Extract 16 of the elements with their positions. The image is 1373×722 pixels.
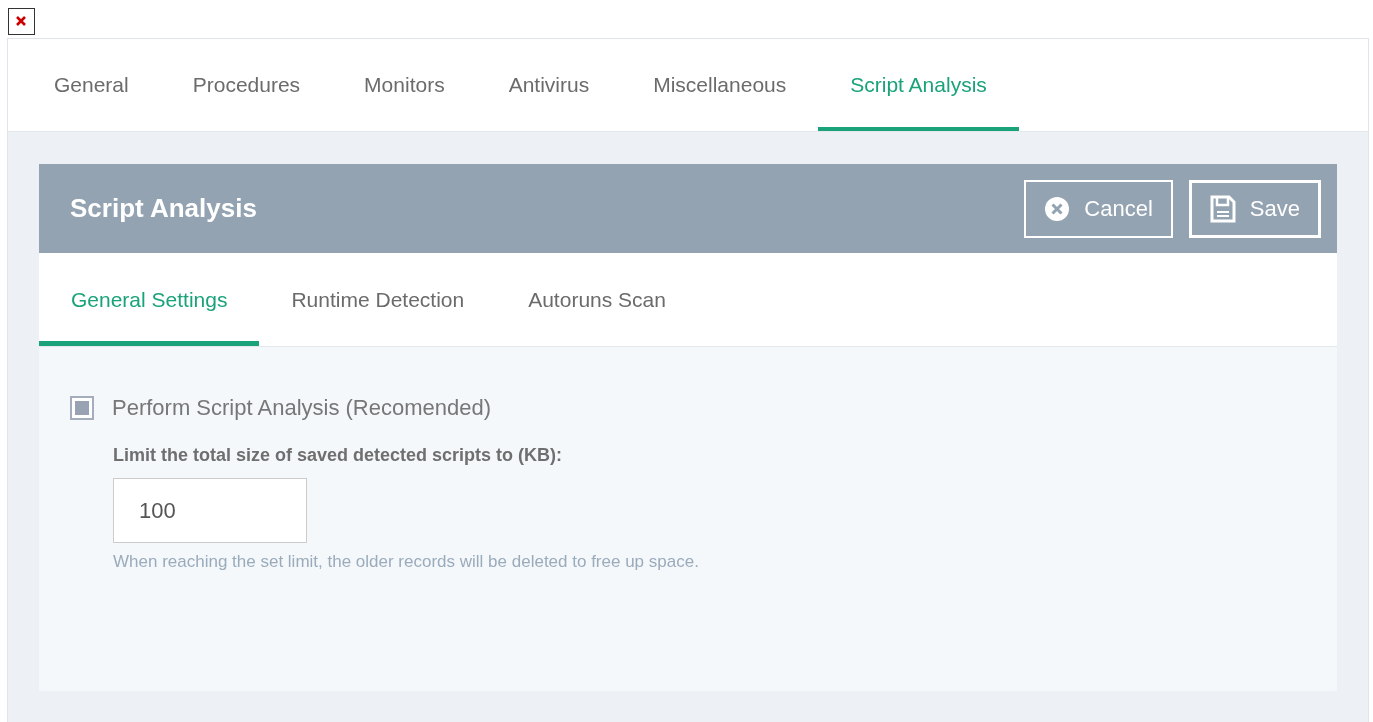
tab[interactable]: Monitors [332, 39, 477, 131]
tab[interactable]: Miscellaneous [621, 39, 819, 131]
tab[interactable]: Script Analysis [818, 39, 1019, 131]
tab[interactable]: General [22, 39, 161, 131]
tab[interactable]: Runtime Detection [259, 253, 497, 346]
tab[interactable]: Procedures [160, 39, 333, 131]
tab[interactable]: Antivirus [476, 39, 622, 131]
checkbox-label: Perform Script Analysis (Recomended) [112, 395, 492, 421]
help-text: When reaching the set limit, the older records will be deleted to free up space. [113, 551, 700, 573]
panel-title: Script Analysis [70, 193, 258, 224]
checkbox[interactable] [70, 396, 94, 420]
field-label: Limit the total size of saved detected scripts to (KB): [113, 445, 564, 466]
input-field[interactable]: 100 [113, 478, 307, 543]
tab[interactable]: Autoruns Scan [496, 253, 698, 346]
close-icon [1044, 195, 1071, 222]
broken-image-icon [8, 8, 35, 35]
